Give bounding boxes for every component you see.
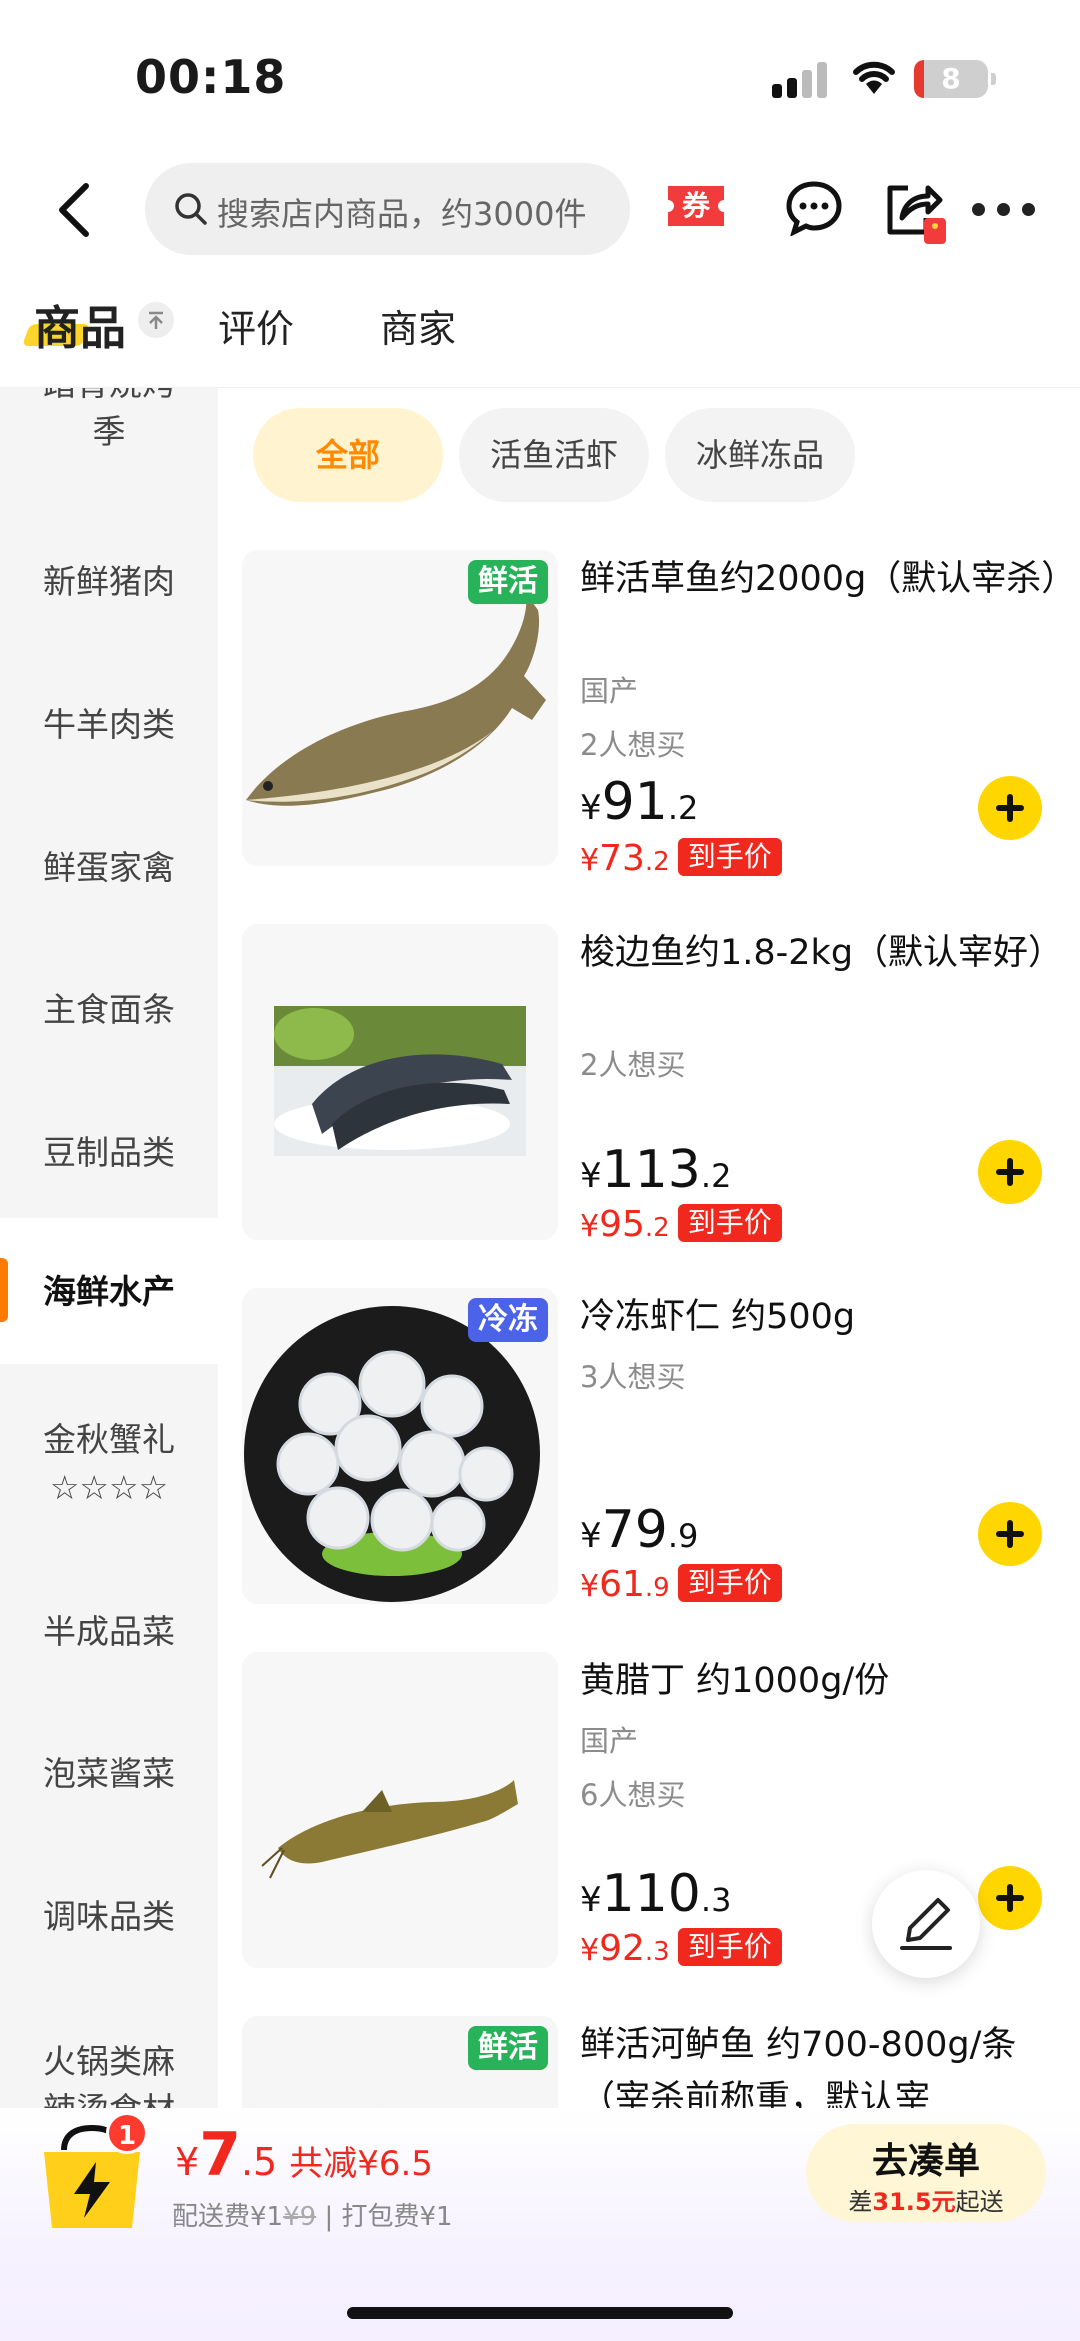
- product-wants: 2人想买: [580, 728, 686, 762]
- product-price: ¥110.3: [580, 1864, 732, 1924]
- battery-level: 8: [941, 62, 961, 95]
- product-price: ¥113.2: [580, 1140, 732, 1200]
- product-card[interactable]: 鲜活 鲜活草鱼约2000g（默认宰杀） 国产 2人想买 ¥91.2 ¥73.2 到…: [242, 550, 1080, 879]
- category-item[interactable]: 火锅类麻辣烫食材: [0, 2038, 218, 2108]
- product-card[interactable]: 梭边鱼约1.8-2kg（默认宰好） 2人想买 ¥113.2 ¥95.2 到手价: [242, 924, 1080, 1246]
- product-name: 黄腊丁 约1000g/份: [580, 1661, 890, 1701]
- more-icon[interactable]: [972, 200, 1036, 218]
- product-image[interactable]: 鲜活: [242, 550, 558, 866]
- product-image[interactable]: [242, 1652, 558, 1968]
- cart-discount: 共减¥6.5: [289, 2144, 433, 2184]
- tag-fresh: 鲜活: [468, 2026, 548, 2070]
- wifi-icon: [853, 61, 895, 94]
- product-image[interactable]: 冷冻: [242, 1288, 558, 1604]
- product-wants: 3人想买: [580, 1360, 686, 1394]
- signal-icon: [772, 62, 830, 98]
- product-wants: 6人想买: [580, 1778, 686, 1812]
- product-name: 冷冻虾仁 约500g: [580, 1297, 856, 1337]
- deal-badge: 到手价: [677, 1204, 782, 1242]
- chat-icon[interactable]: [785, 180, 843, 236]
- share-icon[interactable]: [880, 178, 950, 246]
- pencil-icon: [900, 1898, 952, 1950]
- category-item[interactable]: 半成品菜: [0, 1608, 218, 1656]
- product-name: 鲜活河鲈鱼 约700-800g/条（宰杀前称重，默认宰: [580, 2025, 1017, 2108]
- product-image[interactable]: [242, 924, 558, 1240]
- category-item[interactable]: 金秋蟹礼☆☆☆☆: [0, 1416, 218, 1512]
- product-card[interactable]: 鲜活 鲜活河鲈鱼 约700-800g/条（宰杀前称重，默认宰: [242, 2016, 1080, 2108]
- search-icon: [175, 193, 207, 225]
- checkout-button[interactable]: 去凑单 差31.5元起送: [806, 2124, 1046, 2222]
- category-item[interactable]: 主食面条: [0, 986, 218, 1034]
- filter-chip-frozen[interactable]: 冰鲜冻品: [665, 408, 855, 502]
- filter-chip-live[interactable]: 活鱼活虾: [459, 408, 649, 502]
- category-sidebar: 踏青烧烤季 新鲜猪肉 牛羊肉类 鲜蛋家禽 主食面条 豆制品类 海鲜水产 金秋蟹礼…: [0, 388, 218, 2108]
- tab-merchant[interactable]: 商家: [380, 298, 456, 353]
- filter-chip-all[interactable]: 全部: [253, 408, 443, 502]
- product-origin: 国产: [580, 674, 639, 708]
- product-deal-price: ¥92.3 到手价: [580, 1928, 782, 1969]
- deal-badge: 到手价: [677, 1928, 782, 1966]
- category-item[interactable]: 调味品类: [0, 1893, 218, 1941]
- coupon-button[interactable]: 券: [664, 182, 728, 230]
- back-icon[interactable]: [50, 180, 100, 240]
- tab-products[interactable]: 商品: [34, 292, 126, 358]
- tab-reviews[interactable]: 评价: [218, 298, 294, 353]
- checkout-sub: 差31.5元起送: [848, 2188, 1004, 2216]
- battery-icon: 8: [914, 60, 996, 98]
- deal-badge: 到手价: [677, 838, 782, 876]
- product-deal-price: ¥95.2 到手价: [580, 1204, 782, 1245]
- fish-image: [242, 1652, 558, 1968]
- product-deal-price: ¥61.9 到手价: [580, 1564, 782, 1605]
- category-item[interactable]: 鲜蛋家禽: [0, 844, 218, 892]
- product-deal-price: ¥73.2 到手价: [580, 838, 782, 879]
- checkout-label: 去凑单: [871, 2141, 980, 2182]
- cart-fees: 配送费¥1¥9 | 打包费¥1: [172, 2202, 453, 2232]
- category-item[interactable]: 泡菜酱菜: [0, 1750, 218, 1798]
- category-item[interactable]: 踏青烧烤季: [0, 388, 218, 456]
- add-to-cart-button[interactable]: [978, 1140, 1042, 1204]
- status-bar: 00:18 8: [0, 0, 1080, 150]
- deal-badge: 到手价: [677, 1564, 782, 1602]
- product-wants: 2人想买: [580, 1048, 686, 1082]
- cart-count-badge: 1: [106, 2112, 148, 2154]
- tag-frozen: 冷冻: [468, 1298, 548, 1342]
- edit-floating-button[interactable]: [872, 1870, 980, 1978]
- coupon-label: 券: [681, 189, 710, 222]
- search-placeholder: 搜索店内商品，约3000件: [217, 195, 587, 233]
- add-to-cart-button[interactable]: [978, 1502, 1042, 1566]
- home-indicator[interactable]: [347, 2307, 733, 2319]
- product-price: ¥79.9: [580, 1500, 699, 1560]
- product-name: 鲜活草鱼约2000g（默认宰杀）: [580, 559, 1077, 599]
- pin-top-icon[interactable]: [138, 302, 174, 338]
- category-item[interactable]: 牛羊肉类: [0, 701, 218, 749]
- category-item[interactable]: 新鲜猪肉: [0, 558, 218, 606]
- product-image[interactable]: 鲜活: [242, 2016, 558, 2108]
- product-origin: 国产: [580, 1724, 639, 1758]
- fish-image: [242, 924, 558, 1240]
- product-price: ¥91.2: [580, 772, 699, 832]
- search-input[interactable]: 搜索店内商品，约3000件: [145, 163, 630, 255]
- status-time: 00:18: [135, 50, 287, 104]
- category-item[interactable]: 豆制品类: [0, 1129, 218, 1177]
- tag-fresh: 鲜活: [468, 560, 548, 604]
- add-to-cart-button[interactable]: [978, 776, 1042, 840]
- add-to-cart-button[interactable]: [978, 1866, 1042, 1930]
- product-card[interactable]: 冷冻 冷冻虾仁 约500g 3人想买 ¥79.9 ¥61.9 到手价: [242, 1288, 1080, 1610]
- cart-total: ¥7.5 共减¥6.5: [175, 2120, 433, 2190]
- product-name: 梭边鱼约1.8-2kg（默认宰好）: [580, 933, 1064, 973]
- category-item-active[interactable]: 海鲜水产: [0, 1268, 218, 1316]
